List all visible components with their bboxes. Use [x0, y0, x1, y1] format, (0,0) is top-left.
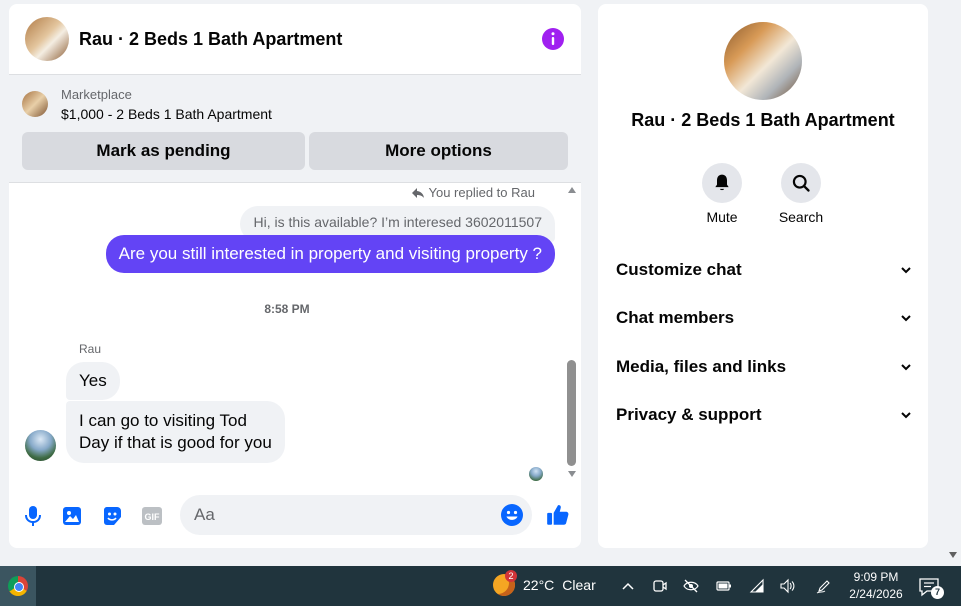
- chevron-down-icon: [901, 267, 911, 274]
- sender-name: Rau: [79, 342, 102, 356]
- incoming-message[interactable]: Yes: [66, 362, 120, 400]
- svg-text:GIF: GIF: [145, 512, 161, 522]
- mark-as-pending-button[interactable]: Mark as pending: [22, 132, 305, 170]
- sticker-icon[interactable]: [100, 504, 124, 528]
- message-list: You replied to Rau Hi, is this available…: [9, 185, 581, 486]
- outgoing-message[interactable]: Are you still interested in property and…: [105, 235, 555, 273]
- mute-label: Mute: [706, 209, 738, 225]
- bell-icon: [715, 174, 729, 191]
- info-icon[interactable]: [541, 27, 565, 51]
- page-scroll-down-arrow-icon[interactable]: [949, 552, 957, 558]
- accordion-label: Customize chat: [616, 260, 742, 279]
- accordion-chat-members[interactable]: Chat members: [616, 306, 912, 330]
- message-input[interactable]: [180, 495, 480, 535]
- incoming-message[interactable]: I can go to visiting Tod Day if that is …: [66, 401, 285, 463]
- notification-count-badge: 7: [931, 586, 944, 599]
- emoji-icon[interactable]: [500, 503, 524, 527]
- scroll-down-arrow-icon[interactable]: [568, 471, 576, 477]
- network-button[interactable]: [748, 566, 766, 606]
- accordion-label: Chat members: [616, 308, 735, 327]
- battery-button[interactable]: [715, 566, 733, 606]
- mute-button[interactable]: [702, 163, 742, 203]
- incoming-message-line: Day if that is good for you: [79, 433, 272, 452]
- marketplace-banner: Marketplace $1,000 - 2 Beds 1 Bath Apart…: [9, 75, 581, 183]
- incoming-message-line: I can go to visiting Tod: [79, 411, 247, 430]
- scroll-thumb[interactable]: [567, 360, 576, 466]
- taskbar: 2 22°C Clear 9:09 PM 2/24/2026: [0, 566, 961, 606]
- chevron-down-icon: [901, 364, 911, 371]
- listing-avatar[interactable]: [25, 17, 69, 61]
- chat-info-sidebar: Rau · 2 Beds 1 Bath Apartment Mute Searc…: [598, 4, 928, 548]
- thumbs-up-icon[interactable]: [545, 502, 571, 528]
- gif-icon[interactable]: GIF: [140, 504, 164, 528]
- accordion-privacy-support[interactable]: Privacy & support: [616, 403, 912, 427]
- accordion-media-files-links[interactable]: Media, files and links: [616, 355, 912, 379]
- pen-icon: [816, 580, 830, 594]
- search-icon: [792, 174, 810, 192]
- chat-header: Rau · 2 Beds 1 Bath Apartment: [9, 4, 581, 75]
- reply-icon: [411, 187, 424, 198]
- more-options-button[interactable]: More options: [309, 132, 568, 170]
- chat-panel: Rau · 2 Beds 1 Bath Apartment Marketplac…: [9, 4, 581, 548]
- hidden-eye-button[interactable]: [682, 566, 700, 606]
- chrome-icon: [8, 576, 28, 596]
- listing-title[interactable]: $1,000 - 2 Beds 1 Bath Apartment: [61, 106, 272, 122]
- show-hidden-icons-button[interactable]: [619, 566, 637, 606]
- accordion-label: Media, files and links: [616, 357, 787, 376]
- chrome-taskbar-button[interactable]: [0, 566, 36, 606]
- pen-menu-button[interactable]: [815, 566, 833, 606]
- volume-button[interactable]: [778, 566, 796, 606]
- marketplace-label: Marketplace: [61, 86, 132, 102]
- search-action[interactable]: Search: [771, 163, 831, 225]
- camera-icon: [653, 580, 667, 592]
- reply-note-text: You replied to Rau: [428, 185, 536, 200]
- reply-note: You replied to Rau: [411, 185, 536, 200]
- chat-title[interactable]: Rau · 2 Beds 1 Bath Apartment: [79, 29, 541, 50]
- search-label: Search: [778, 209, 824, 225]
- chevron-up-icon: [622, 582, 634, 590]
- listing-thumbnail[interactable]: [22, 91, 48, 117]
- weather-badge: 2: [505, 570, 517, 582]
- sidebar-title: Rau · 2 Beds 1 Bath Apartment: [631, 110, 895, 130]
- message-composer: GIF: [9, 492, 581, 540]
- scroll-up-arrow-icon[interactable]: [568, 187, 576, 193]
- mute-action[interactable]: Mute: [692, 163, 752, 225]
- moon-weather-icon: 2: [493, 570, 517, 596]
- message-timestamp: 8:58 PM: [264, 302, 310, 316]
- weather-temperature: 22°C: [523, 577, 555, 593]
- sender-avatar[interactable]: [25, 430, 56, 461]
- wifi-icon: [749, 578, 764, 593]
- search-button[interactable]: [781, 163, 821, 203]
- seen-indicator-avatar: [529, 467, 543, 481]
- speaker-icon: [780, 578, 795, 594]
- chevron-down-icon: [901, 412, 911, 419]
- message-scrollbar[interactable]: [565, 185, 579, 481]
- clock[interactable]: 9:09 PM 2/24/2026: [843, 569, 909, 603]
- clock-date: 2/24/2026: [849, 587, 903, 601]
- microphone-icon[interactable]: [21, 504, 45, 528]
- accordion-customize-chat[interactable]: Customize chat: [616, 258, 912, 282]
- eye-slash-icon: [683, 579, 699, 593]
- clock-time: 9:09 PM: [853, 570, 899, 584]
- message-input-wrapper: [180, 495, 532, 535]
- meet-now-button[interactable]: [651, 566, 669, 606]
- battery-icon: [716, 581, 731, 591]
- weather-widget[interactable]: 2 22°C Clear: [493, 570, 596, 596]
- chevron-down-icon: [901, 315, 911, 322]
- sidebar-avatar[interactable]: [724, 22, 802, 100]
- weather-condition: Clear: [562, 577, 596, 593]
- accordion-label: Privacy & support: [616, 405, 762, 424]
- image-icon[interactable]: [60, 504, 84, 528]
